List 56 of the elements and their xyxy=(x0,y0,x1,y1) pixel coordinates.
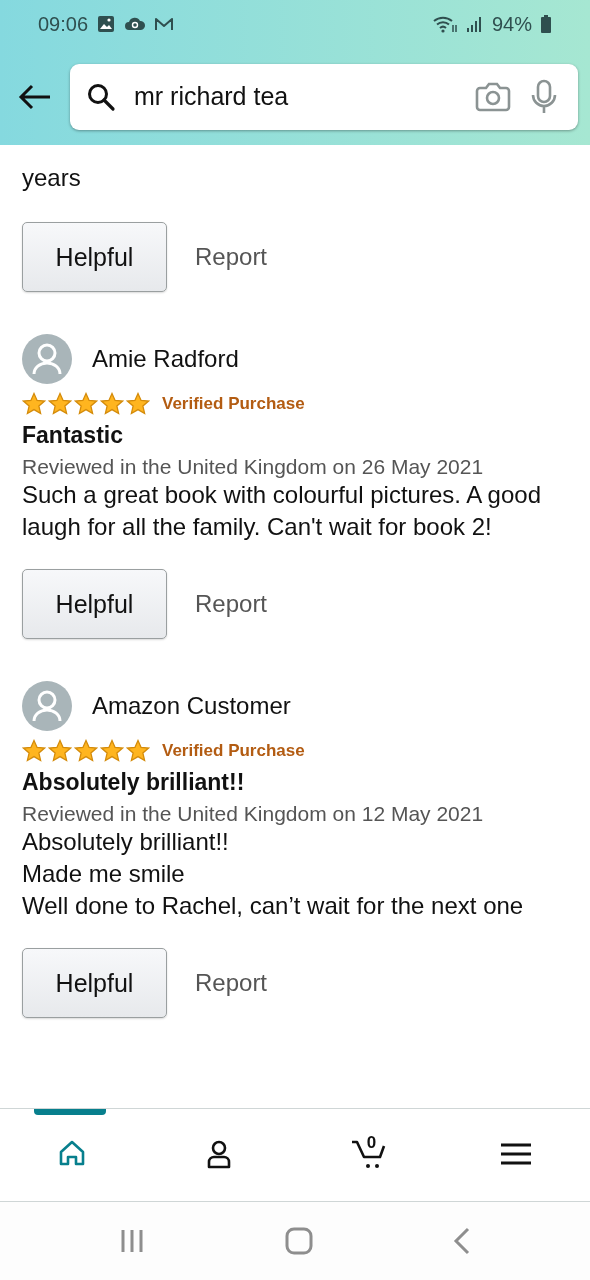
filled-star-icon xyxy=(48,739,72,763)
helpful-button[interactable]: Helpful xyxy=(22,569,167,639)
review-text: Made me smile xyxy=(22,859,186,889)
search-icon xyxy=(86,81,116,112)
avatar-icon xyxy=(22,334,72,384)
status-time: 09:06 xyxy=(38,12,89,36)
gallery-icon xyxy=(96,14,117,34)
verified-purchase-label: Verified Purchase xyxy=(162,741,305,761)
back-nav-button[interactable] xyxy=(453,1227,471,1255)
back-chevron-icon xyxy=(453,1227,471,1255)
reviewer-name: Amie Radford xyxy=(92,345,239,373)
cloud-icon xyxy=(124,15,147,33)
camera-button[interactable] xyxy=(474,81,512,112)
review-text: Such a great book with colourful pictures. A good laugh for all the family. Can't wait for book 2! xyxy=(22,480,542,542)
filled-star-icon xyxy=(48,392,72,416)
filled-star-icon xyxy=(100,739,124,763)
report-link[interactable]: Report xyxy=(195,243,268,271)
review-title: Absolutely brilliant!! xyxy=(22,769,246,796)
report-link[interactable]: Report xyxy=(195,969,268,997)
camera-icon xyxy=(474,81,512,112)
signal-icon xyxy=(465,15,484,33)
home-button[interactable] xyxy=(285,1227,313,1255)
battery-icon xyxy=(540,14,552,34)
review-text: Absolutely brilliant!! xyxy=(22,827,230,857)
filled-star-icon xyxy=(126,739,150,763)
reviewer-name: Amazon Customer xyxy=(92,692,291,720)
avatar-icon xyxy=(22,681,72,731)
filled-star-icon xyxy=(22,392,46,416)
mail-icon xyxy=(154,16,175,32)
recent-apps-button[interactable] xyxy=(119,1228,145,1254)
recent-apps-icon xyxy=(119,1228,145,1254)
review-text: years xyxy=(22,163,82,193)
cart-count: 0 xyxy=(366,1133,377,1153)
review-date: Reviewed in the United Kingdom on 26 May 2021 xyxy=(22,455,485,479)
filled-star-icon xyxy=(74,739,98,763)
report-link[interactable]: Report xyxy=(195,590,268,618)
review-text: Well done to Rachel, can’t wait for the next one xyxy=(22,891,525,921)
helpful-button[interactable]: Helpful xyxy=(22,948,167,1018)
microphone-icon xyxy=(530,78,558,115)
review-title: Fantastic xyxy=(22,422,124,449)
selected-tab-indicator xyxy=(34,1109,106,1115)
helpful-button[interactable]: Helpful xyxy=(22,222,167,292)
cart-tab[interactable]: 0 xyxy=(295,1109,443,1201)
back-button[interactable] xyxy=(18,82,52,111)
wifi-icon xyxy=(431,14,458,34)
filled-star-icon xyxy=(22,739,46,763)
battery-percent: 94% xyxy=(491,12,532,36)
filled-star-icon xyxy=(74,392,98,416)
review-date: Reviewed in the United Kingdom on 12 May 2021 xyxy=(22,802,485,826)
back-arrow-icon xyxy=(18,82,52,111)
filled-star-icon xyxy=(126,392,150,416)
microphone-button[interactable] xyxy=(530,78,558,115)
search-input[interactable]: mr richard tea xyxy=(134,82,456,111)
verified-purchase-label: Verified Purchase xyxy=(162,394,305,414)
search-field[interactable]: mr richard tea xyxy=(70,63,578,130)
filled-star-icon xyxy=(100,392,124,416)
